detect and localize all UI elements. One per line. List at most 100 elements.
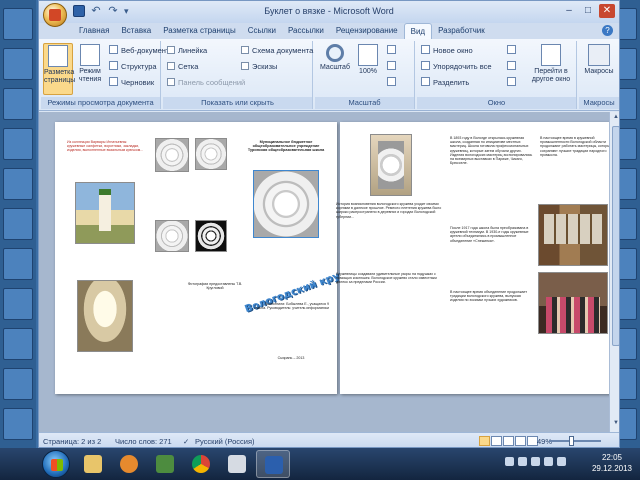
taskbar-app-people[interactable] <box>148 450 182 478</box>
desktop-tile <box>3 128 33 160</box>
macros-button[interactable]: Макросы <box>583 43 615 95</box>
split-button[interactable]: Разделить <box>421 77 469 89</box>
ruler-checkbox[interactable]: Линейка <box>167 45 207 57</box>
tray-volume-icon[interactable] <box>544 457 553 466</box>
word-icon <box>265 456 283 474</box>
document-area[interactable]: Из коллекции Варвары Игнатьевны: кружевн… <box>39 112 609 432</box>
grid-checkbox[interactable]: Сетка <box>167 61 198 73</box>
column-2-text: В настоящее время в кружевной промышленн… <box>540 136 609 157</box>
view-outline-icon[interactable] <box>515 436 526 446</box>
new-window-button[interactable]: Новое окно <box>421 45 473 57</box>
group-window: Новое окно Упорядочить все Разделить Пер… <box>417 41 577 109</box>
word-count[interactable]: Число слов: 271 <box>115 436 172 447</box>
page-count[interactable]: Страница: 2 из 2 <box>43 436 101 447</box>
group-label-window: Окно <box>417 97 576 109</box>
history-text: История возникновения вологодского круже… <box>336 202 442 219</box>
page-1[interactable]: Из коллекции Варвары Игнатьевны: кружевн… <box>55 122 382 394</box>
view-web-icon[interactable] <box>503 436 514 446</box>
switch-window-button[interactable]: Перейти в другое окно <box>527 43 575 95</box>
tab-mailings[interactable]: Рассылки <box>282 23 330 39</box>
side-by-side-button[interactable] <box>507 45 519 57</box>
two-pages-button[interactable] <box>387 61 399 73</box>
print-layout-button[interactable]: Разметка страницы <box>43 43 75 95</box>
tab-review[interactable]: Рецензирование <box>330 23 404 39</box>
tray-arrow-icon[interactable] <box>505 457 514 466</box>
students-photo <box>538 272 608 334</box>
doc-map-label: Схема документа <box>252 46 314 55</box>
page-width-button[interactable] <box>387 77 399 89</box>
lace-photo <box>195 220 227 252</box>
vertical-scrollbar[interactable]: ▲ ▼ <box>609 112 619 432</box>
zoom-100-button[interactable]: 100% <box>353 43 383 95</box>
draft-button[interactable]: Черновик <box>109 77 154 89</box>
column-1-text-c: В настоящее время объединение продолжает… <box>450 290 528 303</box>
reading-mode-button[interactable]: Режим чтения <box>75 43 105 95</box>
zoom-slider-knob[interactable] <box>569 436 574 446</box>
doc-map-checkbox[interactable]: Схема документа <box>241 45 313 57</box>
ribbon: Разметка страницы Режим чтения Веб-докум… <box>39 39 619 111</box>
tray-language-icon[interactable] <box>557 457 566 466</box>
tab-view[interactable]: Вид <box>403 23 433 39</box>
scroll-thumb[interactable] <box>612 126 619 346</box>
web-layout-button[interactable]: Веб-документ <box>109 45 169 57</box>
sync-scroll-button[interactable] <box>507 61 519 73</box>
message-bar-checkbox[interactable]: Панель сообщений <box>167 77 245 89</box>
help-icon[interactable]: ? <box>602 25 613 36</box>
draft-icon <box>109 77 118 86</box>
taskbar-media-player[interactable] <box>112 450 146 478</box>
checkbox-icon <box>167 46 175 54</box>
spelling-icon[interactable]: ✓ <box>183 436 189 447</box>
split-label: Разделить <box>433 78 470 87</box>
arrange-all-button[interactable]: Упорядочить все <box>421 61 492 73</box>
scroll-up-icon[interactable]: ▲ <box>612 114 619 124</box>
tab-insert[interactable]: Вставка <box>115 23 157 39</box>
taskbar-calculator[interactable] <box>220 450 254 478</box>
clock[interactable]: 22:05 29.12.2013 <box>592 452 632 474</box>
scroll-down-icon[interactable]: ▼ <box>612 420 619 430</box>
outline-button[interactable]: Структура <box>109 61 157 73</box>
page-2[interactable]: История возникновения вологодского круже… <box>336 122 609 394</box>
zoom-label: Масштаб <box>320 64 350 71</box>
language[interactable]: Русский (Россия) <box>195 436 255 447</box>
start-button[interactable] <box>42 450 70 478</box>
checkbox-icon <box>241 62 249 70</box>
maximize-button[interactable]: □ <box>580 4 596 18</box>
tray-network-icon[interactable] <box>531 457 540 466</box>
thumbnails-checkbox[interactable]: Эскизы <box>241 61 277 73</box>
zoom-slider[interactable] <box>549 436 601 446</box>
tab-home[interactable]: Главная <box>73 23 115 39</box>
taskbar-explorer[interactable] <box>76 450 110 478</box>
thumbnails-label: Эскизы <box>252 62 278 71</box>
sync-scroll-icon <box>507 61 516 70</box>
tab-references[interactable]: Ссылки <box>242 23 282 39</box>
tab-page-layout[interactable]: Разметка страницы <box>157 23 242 39</box>
clock-time: 22:05 <box>601 453 622 462</box>
checkbox-icon <box>167 78 175 86</box>
split-icon <box>421 77 430 86</box>
desktop-tile <box>3 168 33 200</box>
reset-position-button[interactable] <box>507 77 519 89</box>
tray-flag-icon[interactable] <box>518 457 527 466</box>
office-button[interactable] <box>43 3 67 27</box>
view-print-layout-icon[interactable] <box>479 436 490 446</box>
intro-text: Из коллекции Варвары Игнатьевны: кружевн… <box>67 140 144 153</box>
taskbar-chrome[interactable] <box>184 450 218 478</box>
checkbox-icon <box>241 46 249 54</box>
macros-icon <box>588 44 610 66</box>
message-bar-label: Панель сообщений <box>178 78 246 87</box>
one-page-button[interactable] <box>387 45 399 57</box>
close-button[interactable]: ✕ <box>599 4 615 18</box>
desktop-tile <box>3 288 33 320</box>
minimize-button[interactable]: – <box>561 4 577 18</box>
switch-window-icon <box>541 44 561 66</box>
desktop-tile <box>3 208 33 240</box>
clock-date: 29.12.2013 <box>591 464 632 473</box>
desktop-tile <box>3 48 33 80</box>
view-reading-icon[interactable] <box>491 436 502 446</box>
outline-icon <box>109 61 118 70</box>
framed-lace-photo <box>370 134 412 196</box>
taskbar-word[interactable] <box>256 450 290 478</box>
tab-developer[interactable]: Разработчик <box>432 23 491 39</box>
zoom-button[interactable]: Масштаб <box>319 43 351 95</box>
